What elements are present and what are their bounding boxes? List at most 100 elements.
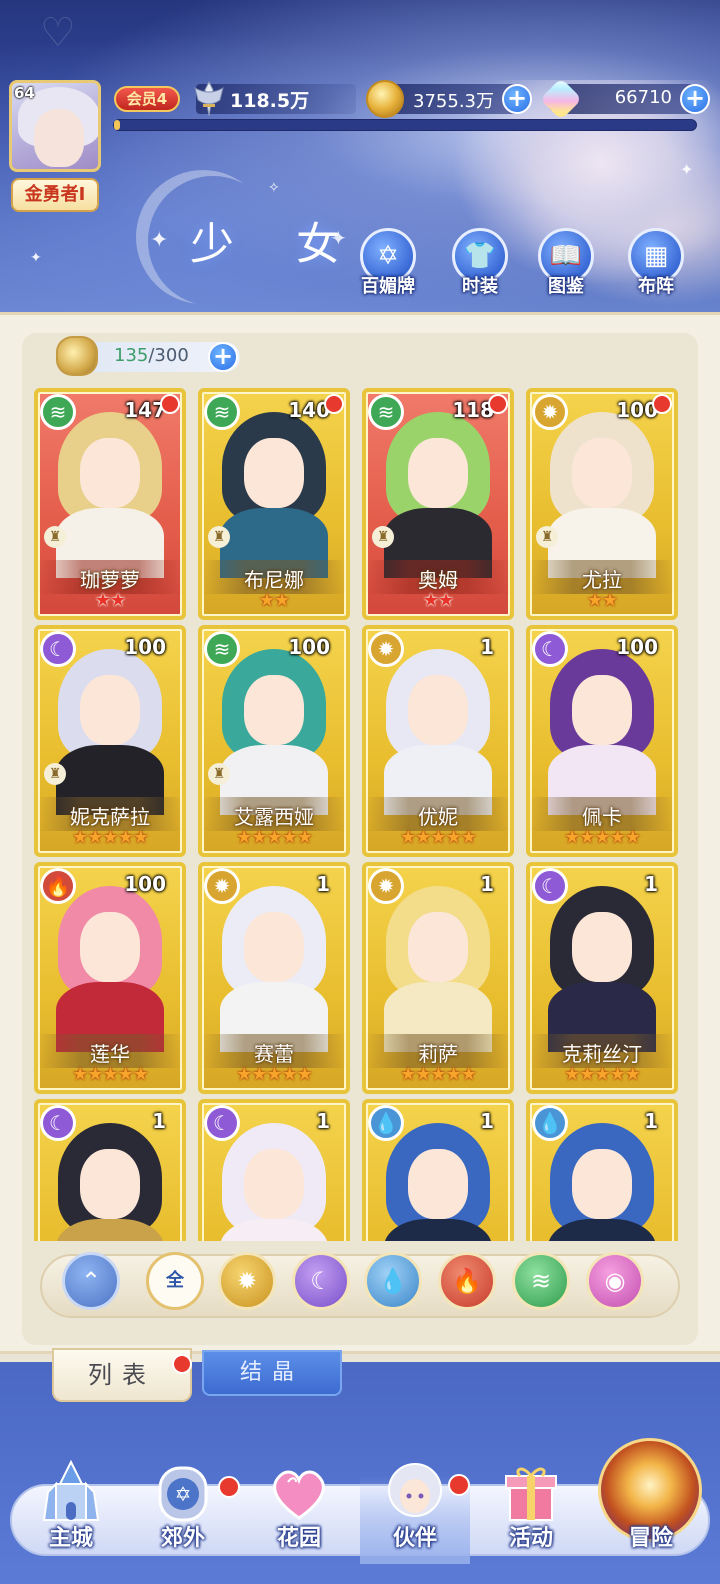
portrait-face [408, 675, 468, 745]
nav-main-city[interactable]: 主城 [16, 1454, 126, 1564]
character-grid[interactable]: ≋ 147 ♜ 珈萝萝 ★★ ≋ 140 ♜ 布尼娜 ★★ ≋ 118 ♜ 奥姆 ★★ ✹ 100 ♜ 尤拉 ★★ ☾ 1… [34, 388, 684, 1241]
companion-icon [388, 1463, 442, 1517]
character-portrait [538, 408, 666, 578]
star-rating: ★★★★★ [400, 827, 477, 848]
character-level: 1 [644, 872, 658, 896]
character-level: 100 [288, 635, 330, 659]
sparkle-icon: ✦ [150, 228, 169, 253]
gold-value: 3755.3万 [413, 91, 494, 112]
character-card[interactable]: ✹ 1 优妮 ★★★★★ [362, 625, 514, 857]
card-deck-button[interactable]: ✡ 百媚牌 [348, 228, 428, 300]
sword-shield-icon [194, 80, 224, 117]
nav-companion[interactable]: 伙伴 [360, 1454, 470, 1564]
water-element-icon: 💧 [532, 1105, 568, 1141]
capacity-bag-icon [56, 336, 98, 376]
formation-label: 布阵 [638, 276, 674, 297]
star-rating: ★★ [422, 590, 454, 611]
portrait-face [80, 912, 140, 982]
nav-adventure[interactable]: 冒险 [596, 1454, 706, 1564]
star-rating: ★★★★★ [236, 1064, 313, 1085]
character-name: 优妮 [418, 805, 458, 829]
power-value: 118.5万 [230, 90, 310, 112]
add-gold-button[interactable]: + [502, 84, 532, 114]
character-portrait [210, 408, 338, 578]
character-card[interactable]: ✹ 1 赛蕾 ★★★★★ [198, 862, 350, 1094]
character-card[interactable]: ≋ 147 ♜ 珈萝萝 ★★ [34, 388, 186, 620]
character-card[interactable]: 💧 1 [526, 1099, 678, 1241]
nav-label: 花园 [276, 1526, 321, 1551]
filter-wind-icon[interactable]: ≋ [512, 1252, 570, 1310]
character-card[interactable]: ≋ 140 ♜ 布尼娜 ★★ [198, 388, 350, 620]
sparkle-icon: ✦ [680, 160, 694, 179]
portrait-face [244, 438, 304, 508]
capacity-current: 135 [114, 345, 149, 366]
light-element-icon: ✹ [368, 631, 404, 667]
character-card[interactable]: ☾ 1 [198, 1099, 350, 1241]
character-name: 赛蕾 [254, 1042, 294, 1066]
nav-label: 伙伴 [392, 1526, 437, 1551]
element-filter-bar [40, 1254, 680, 1318]
character-name: 尤拉 [582, 568, 622, 592]
nav-label: 冒险 [628, 1526, 673, 1551]
water-element-icon: 💧 [368, 1105, 404, 1141]
character-card[interactable]: ≋ 118 ♜ 奥姆 ★★ [362, 388, 514, 620]
collapse-icon[interactable]: ⌃ [62, 1252, 120, 1310]
character-card[interactable]: ✹ 100 ♜ 尤拉 ★★ [526, 388, 678, 620]
star-rating: ★★ [94, 590, 126, 611]
heart-icon: ♡ [40, 10, 76, 56]
character-name: 珈萝萝 [80, 568, 140, 592]
notification-dot [652, 394, 672, 414]
add-gems-button[interactable]: + [680, 84, 710, 114]
light-element-icon: ✹ [368, 868, 404, 904]
character-level: 1 [480, 1109, 494, 1133]
svg-text:✡: ✡ [175, 1482, 192, 1506]
exp-progress-fill [114, 120, 120, 130]
moon-element-icon: ☾ [40, 1105, 76, 1141]
filter-moon-icon[interactable]: ☾ [292, 1252, 350, 1310]
filter-fire-icon[interactable]: 🔥 [438, 1252, 496, 1310]
tab-crystal[interactable]: 结晶 [202, 1350, 342, 1396]
character-level: 100 [616, 635, 658, 659]
formation-button[interactable]: ▦ 布阵 [616, 228, 696, 300]
portrait-face [244, 675, 304, 745]
card-deck-label: 百媚牌 [361, 276, 415, 297]
tab-list[interactable]: 列表 [52, 1348, 192, 1402]
nav-garden[interactable]: 花园 [244, 1454, 354, 1564]
filter-all-button[interactable]: 全 [146, 1252, 204, 1310]
expand-capacity-button[interactable]: + [208, 342, 238, 372]
codex-button[interactable]: 📖 图鉴 [526, 228, 606, 300]
wind-element-icon: ≋ [204, 631, 240, 667]
star-rating: ★★ [258, 590, 290, 611]
vip-badge[interactable]: 会员4 [114, 86, 180, 112]
character-card[interactable]: ☾ 1 [34, 1099, 186, 1241]
character-card[interactable]: ≋ 100 ♜ 艾露西娅 ★★★★★ [198, 625, 350, 857]
portrait-face [408, 438, 468, 508]
nav-events[interactable]: 活动 [476, 1454, 586, 1564]
player-rank-badge[interactable]: 金勇者I [11, 178, 99, 212]
nav-outskirts[interactable]: ✡ 郊外 [128, 1454, 238, 1564]
portrait-face [80, 1149, 140, 1219]
character-card[interactable]: 🔥 100 莲华 ★★★★★ [34, 862, 186, 1094]
gold-coin-icon [366, 80, 404, 118]
star-rating: ★★★★★ [564, 1064, 641, 1085]
character-card[interactable]: ☾ 1 克莉丝汀 ★★★★★ [526, 862, 678, 1094]
wind-element-icon: ≋ [368, 394, 404, 430]
portrait-face [80, 438, 140, 508]
formation-rook-icon: ♜ [536, 526, 558, 548]
formation-rook-icon: ♜ [208, 526, 230, 548]
character-card[interactable]: 💧 1 [362, 1099, 514, 1241]
filter-light-sun-icon[interactable]: ✹ [218, 1252, 276, 1310]
character-card[interactable]: ✹ 1 莉萨 ★★★★★ [362, 862, 514, 1094]
character-card[interactable]: ☾ 100 佩卡 ★★★★★ [526, 625, 678, 857]
star-rating: ★★★★★ [72, 827, 149, 848]
character-level: 1 [152, 1109, 166, 1133]
portrait-face [244, 912, 304, 982]
character-card[interactable]: ☾ 100 ♜ 妮克萨拉 ★★★★★ [34, 625, 186, 857]
outfit-button[interactable]: 👕 时装 [440, 228, 520, 300]
fire-element-icon: 🔥 [40, 868, 76, 904]
filter-water-drop-icon[interactable]: 💧 [364, 1252, 422, 1310]
star-rating: ★★★★★ [236, 827, 313, 848]
character-level: 1 [644, 1109, 658, 1133]
portrait-face [80, 675, 140, 745]
filter-special-orb-icon[interactable]: ◉ [586, 1252, 644, 1310]
